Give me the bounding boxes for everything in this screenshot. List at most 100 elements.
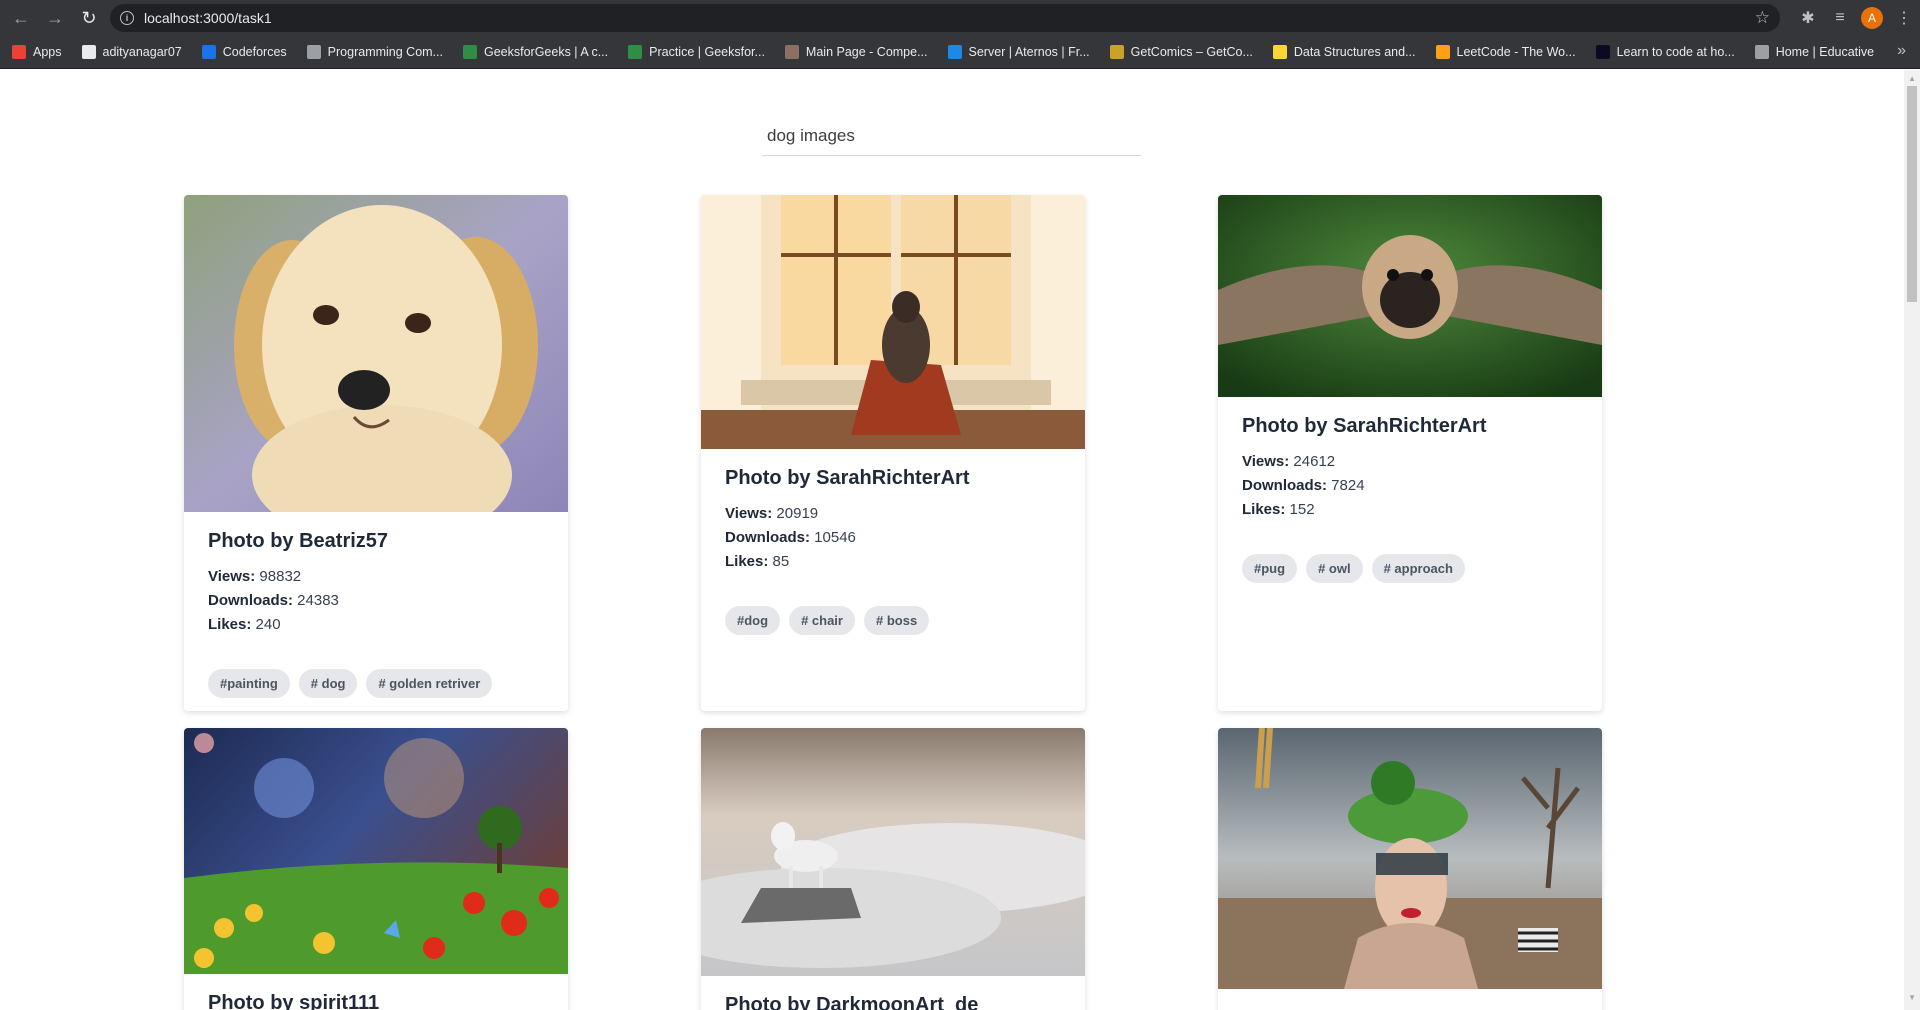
views-label: Views: bbox=[1242, 453, 1290, 470]
favicon-icon bbox=[628, 45, 643, 59]
views-value: 24612 bbox=[1293, 453, 1336, 470]
bookmark-label: Apps bbox=[33, 45, 62, 59]
bookmark-label: GetComics – GetCo... bbox=[1130, 45, 1253, 59]
photo-image[interactable] bbox=[1218, 195, 1602, 397]
photo-image[interactable] bbox=[701, 728, 1085, 976]
likes-value: 152 bbox=[1289, 501, 1315, 518]
likes-label: Likes: bbox=[1242, 501, 1286, 518]
likes-stat: Likes: 152 bbox=[1242, 498, 1578, 522]
bookmark-item[interactable]: GetComics – GetCo... bbox=[1109, 45, 1253, 59]
card-title: Photo by DarkmoonArt_de bbox=[725, 994, 979, 1010]
views-label: Views: bbox=[725, 505, 773, 522]
favicon-icon bbox=[784, 45, 799, 59]
bookmark-item[interactable]: Server | Aternos | Fr... bbox=[947, 45, 1090, 59]
bookmark-item[interactable]: Home | Educative bbox=[1754, 45, 1874, 59]
extensions-icon[interactable]: ✱ bbox=[1792, 0, 1824, 36]
likes-label: Likes: bbox=[208, 616, 252, 633]
photo-image[interactable] bbox=[1218, 728, 1602, 989]
bookmark-label: Data Structures and... bbox=[1293, 45, 1416, 59]
bookmarks-bar: Apps adityanagar07 Codeforces Programming C… bbox=[0, 36, 1920, 69]
favicon-icon bbox=[1595, 45, 1610, 59]
search-box bbox=[762, 122, 1141, 156]
views-stat: Views: 20919 bbox=[725, 502, 1061, 526]
downloads-stat: Downloads: 7824 bbox=[1242, 474, 1578, 498]
search-input[interactable] bbox=[762, 122, 1141, 150]
photo-image[interactable] bbox=[184, 195, 568, 512]
reading-list-icon[interactable]: ≡ bbox=[1824, 0, 1856, 36]
photo-card: Photo by DarkmoonArt_de bbox=[701, 728, 1085, 1010]
downloads-stat: Downloads: 24383 bbox=[208, 589, 544, 613]
bookmark-item[interactable]: GeeksforGeeks | A c... bbox=[462, 45, 608, 59]
likes-value: 240 bbox=[255, 616, 281, 633]
bookmark-item[interactable]: Practice | Geeksfor... bbox=[628, 45, 765, 59]
likes-stat: Likes: 240 bbox=[208, 613, 544, 637]
tag[interactable]: # approach bbox=[1371, 554, 1465, 583]
profile-button[interactable]: A bbox=[1856, 0, 1888, 36]
site-info-icon[interactable]: i bbox=[120, 11, 134, 25]
tag[interactable]: # chair bbox=[789, 606, 855, 635]
bookmark-label: adityanagar07 bbox=[102, 45, 182, 59]
card-title: Photo by SarahRichterArt bbox=[1242, 415, 1487, 437]
photo-card: Photo by SarahRichterArt Views: 20919 Do… bbox=[701, 195, 1085, 711]
tag[interactable]: #painting bbox=[208, 669, 290, 698]
bookmark-item[interactable]: LeetCode - The Wo... bbox=[1435, 45, 1576, 59]
views-value: 20919 bbox=[776, 505, 819, 522]
bookmark-item[interactable]: Data Structures and... bbox=[1272, 45, 1416, 59]
views-label: Views: bbox=[208, 568, 256, 585]
downloads-stat: Downloads: 10546 bbox=[725, 526, 1061, 550]
favicon-icon bbox=[201, 45, 216, 59]
favicon-icon bbox=[1754, 45, 1769, 59]
bookmark-item[interactable]: Programming Com... bbox=[306, 45, 443, 59]
favicon-icon bbox=[81, 45, 96, 59]
tag[interactable]: # dog bbox=[298, 669, 358, 698]
tag[interactable]: # boss bbox=[863, 606, 930, 635]
card-title: Photo by spirit111 bbox=[208, 992, 380, 1010]
views-stat: Views: 24612 bbox=[1242, 450, 1578, 474]
apps-grid-icon bbox=[12, 45, 26, 59]
bookmark-label: Learn to code at ho... bbox=[1616, 45, 1735, 59]
address-url[interactable]: localhost:3000/task1 bbox=[144, 10, 272, 26]
downloads-label: Downloads: bbox=[1242, 477, 1327, 494]
views-value: 98832 bbox=[259, 568, 302, 585]
reload-icon[interactable]: ↻ bbox=[76, 5, 102, 31]
bookmark-item[interactable]: Codeforces bbox=[201, 45, 287, 59]
downloads-label: Downloads: bbox=[208, 592, 293, 609]
favicon-icon bbox=[947, 45, 962, 59]
browser-toolbar: ← → ↻ i localhost:3000/task1 ☆ ✱ ≡ A ⋮ bbox=[0, 0, 1920, 36]
favicon-icon bbox=[1109, 45, 1124, 59]
likes-value: 85 bbox=[772, 553, 790, 570]
tag[interactable]: # owl bbox=[1306, 554, 1363, 583]
bookmark-label: LeetCode - The Wo... bbox=[1456, 45, 1576, 59]
bookmark-label: Server | Aternos | Fr... bbox=[968, 45, 1090, 59]
scroll-down-icon[interactable]: ▼ bbox=[1908, 993, 1916, 1002]
bookmark-star-icon[interactable]: ☆ bbox=[1755, 8, 1770, 28]
bookmark-label: Programming Com... bbox=[327, 45, 443, 59]
favicon-icon bbox=[462, 45, 477, 59]
avatar[interactable]: A bbox=[1861, 7, 1883, 29]
favicon-icon bbox=[1435, 45, 1450, 59]
photo-image[interactable] bbox=[184, 728, 568, 974]
more-bookmarks-icon[interactable]: » bbox=[1897, 42, 1906, 60]
downloads-value: 7824 bbox=[1331, 477, 1365, 494]
tag[interactable]: # golden retriver bbox=[366, 669, 493, 698]
tag[interactable]: #dog bbox=[725, 606, 781, 635]
likes-stat: Likes: 85 bbox=[725, 550, 1061, 574]
menu-icon[interactable]: ⋮ bbox=[1888, 0, 1920, 36]
forward-icon[interactable]: → bbox=[42, 5, 68, 31]
views-stat: Views: 98832 bbox=[208, 565, 544, 589]
page-viewport: Photo by Beatriz57 Views: 98832 Download… bbox=[0, 70, 1904, 1010]
bookmark-item[interactable]: Main Page - Compe... bbox=[784, 45, 928, 59]
scroll-up-icon[interactable]: ▲ bbox=[1908, 74, 1916, 83]
downloads-label: Downloads: bbox=[725, 529, 810, 546]
back-icon[interactable]: ← bbox=[8, 5, 34, 31]
bookmark-item[interactable]: adityanagar07 bbox=[81, 45, 182, 59]
tag-list: #painting # dog # golden retriver bbox=[208, 669, 544, 698]
address-bar[interactable]: i localhost:3000/task1 ☆ bbox=[110, 4, 1780, 32]
tag[interactable]: #pug bbox=[1242, 554, 1298, 583]
scrollbar-thumb[interactable] bbox=[1907, 86, 1917, 302]
bookmark-item[interactable]: Learn to code at ho... bbox=[1595, 45, 1735, 59]
bookmark-label: Main Page - Compe... bbox=[805, 45, 928, 59]
photo-card bbox=[1218, 728, 1602, 1010]
photo-image[interactable] bbox=[701, 195, 1085, 449]
bookmark-item[interactable]: Apps bbox=[12, 45, 62, 59]
